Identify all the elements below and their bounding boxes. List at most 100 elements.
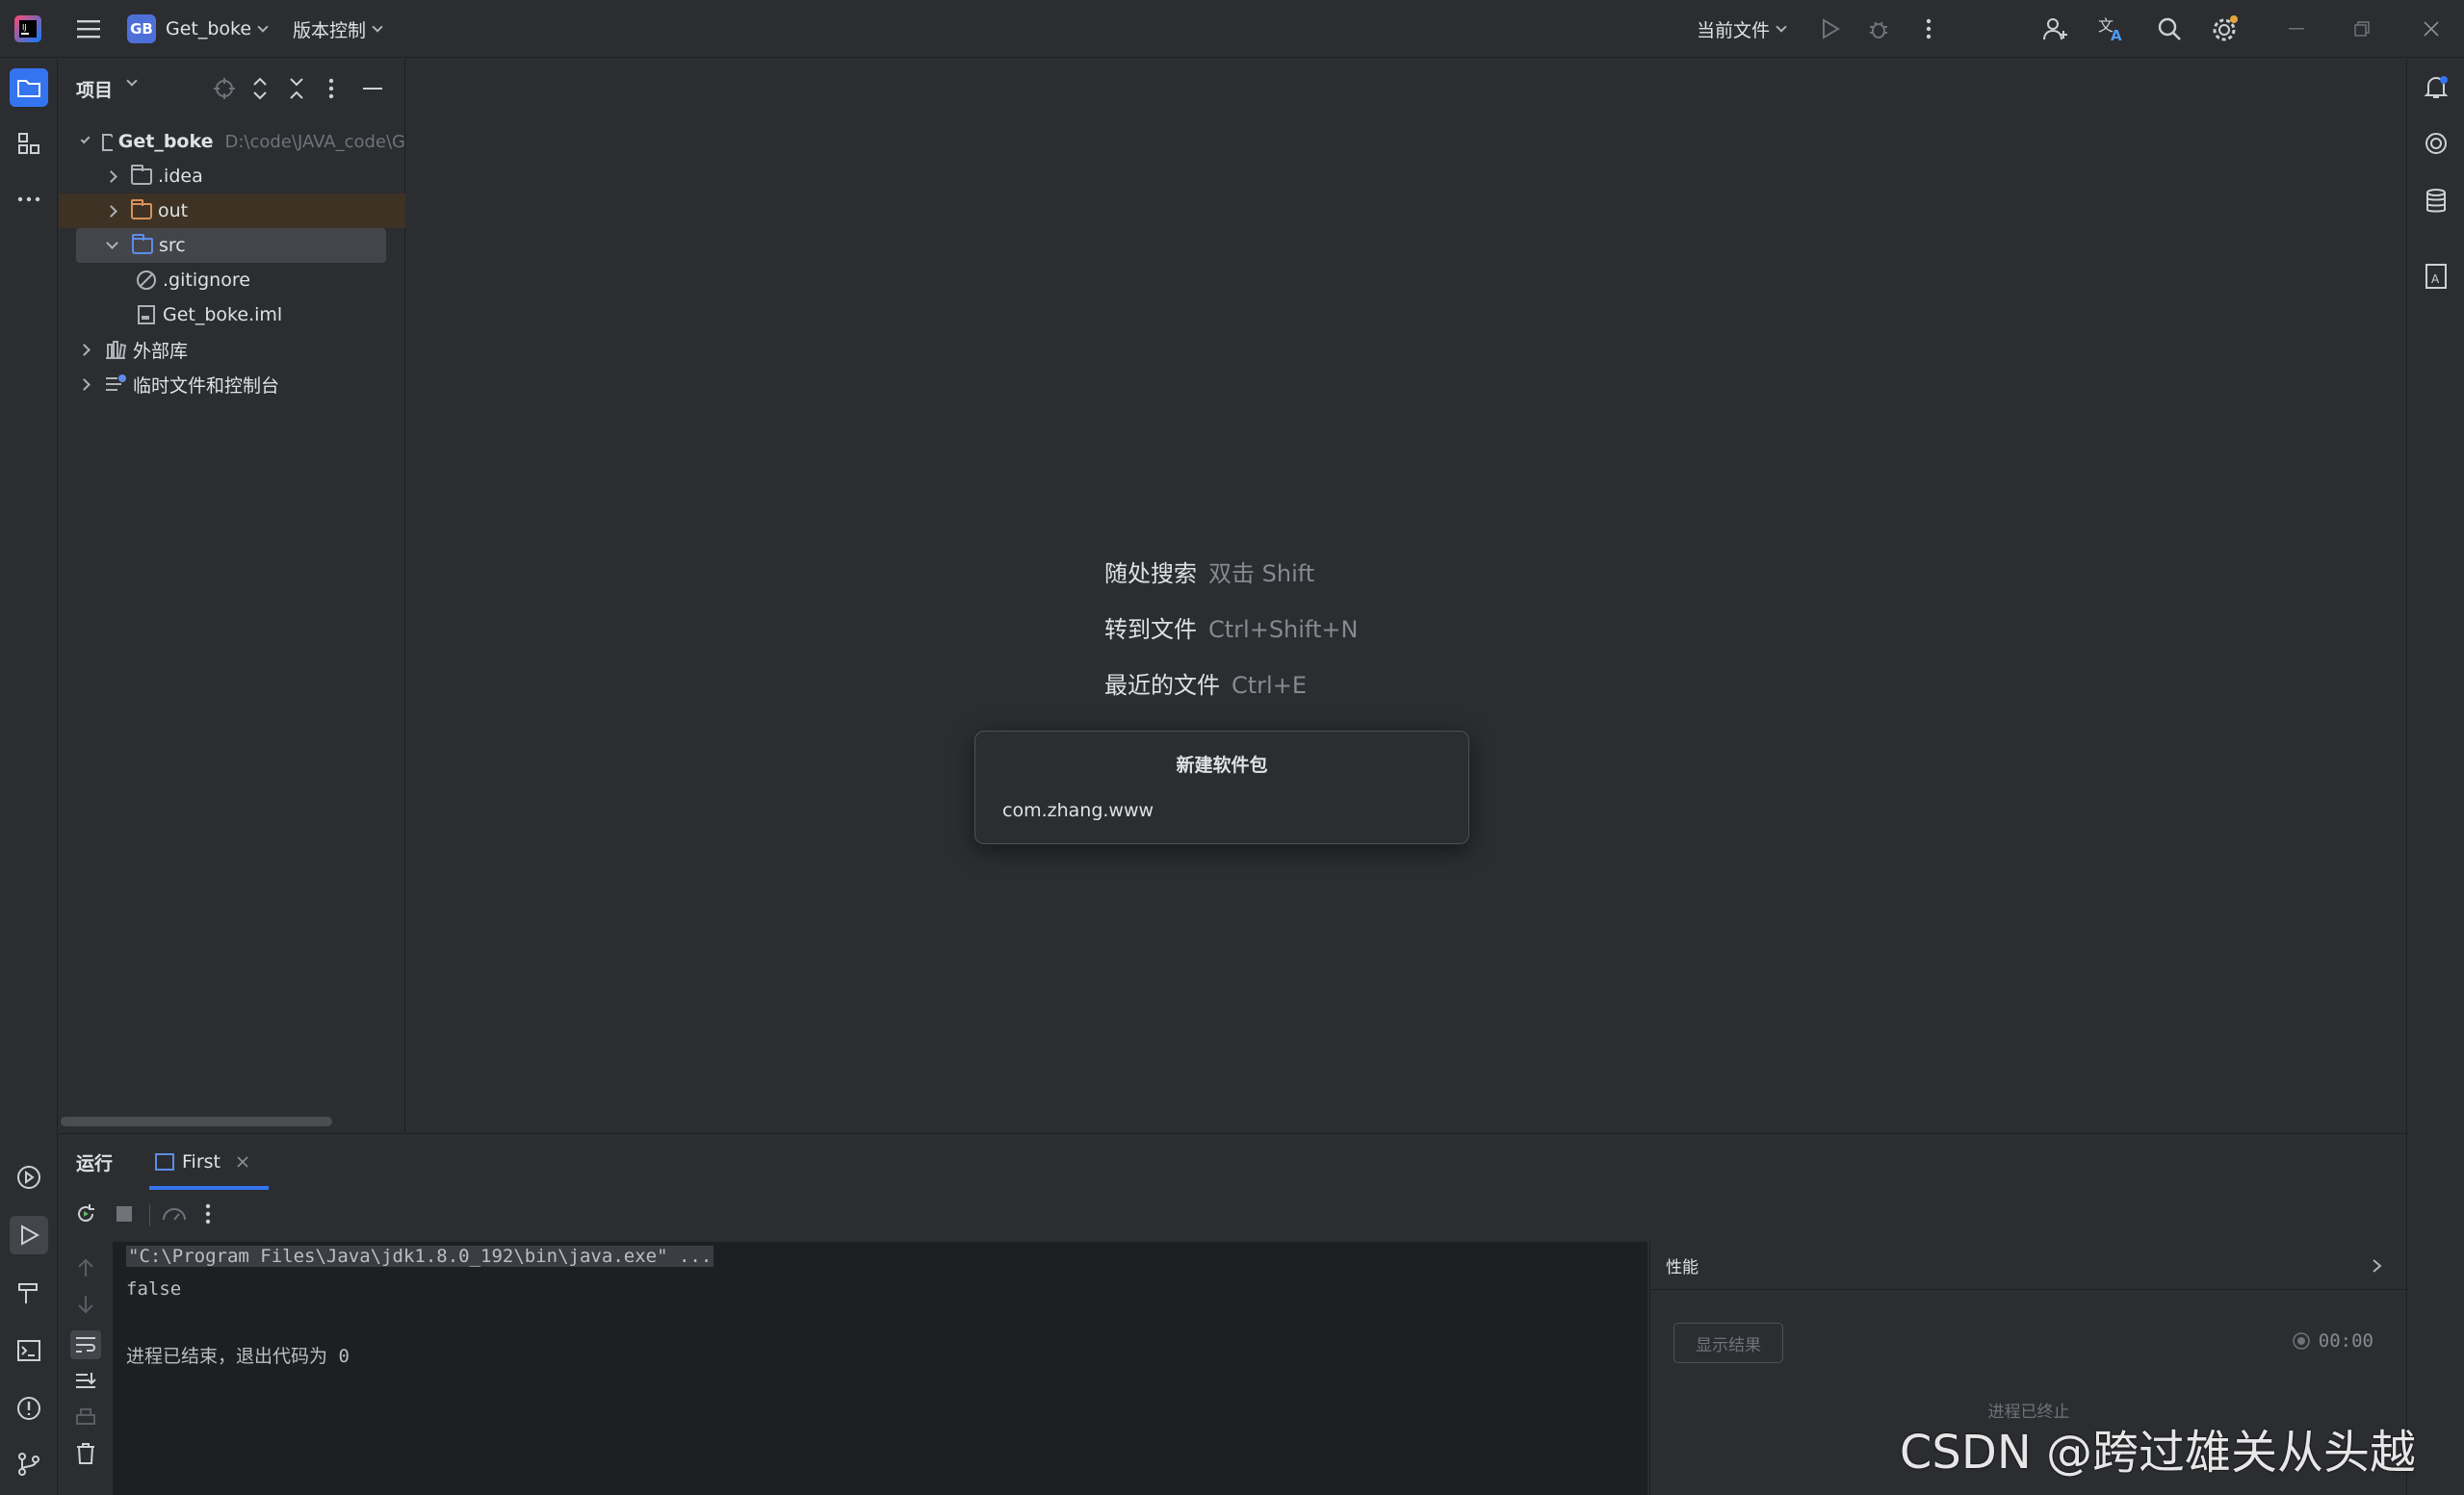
hint-shortcut: 双击 Shift [1208, 560, 1315, 587]
terminal-tool-button[interactable] [10, 1331, 48, 1370]
ai-spiral-icon [2425, 133, 2447, 154]
dictionary-icon: A [2425, 264, 2447, 289]
run-config-label: 当前文件 [1697, 19, 1771, 41]
git-tool-button[interactable] [10, 1445, 48, 1483]
project-switcher[interactable]: GB Get_boke [127, 0, 269, 58]
translate-icon: 文A [2098, 16, 2122, 42]
title-bar: IJ GB Get_boke 版本控制 当前文件 文A [0, 0, 2464, 58]
restore-button[interactable] [2347, 0, 2376, 58]
hint-search-everywhere: 随处搜索 双击 Shift [1104, 554, 1314, 588]
horizontal-scrollbar[interactable] [61, 1117, 332, 1126]
chevron-down-icon [257, 20, 269, 33]
scroll-to-end-icon[interactable] [74, 1371, 97, 1392]
search-everywhere-button[interactable] [2153, 0, 2186, 58]
stop-button[interactable] [115, 1204, 134, 1224]
translate-button[interactable]: 文A [2095, 0, 2128, 58]
more-horizontal-icon [17, 196, 40, 202]
more-actions-button[interactable] [1914, 0, 1943, 58]
console-line-output: false [126, 1278, 182, 1300]
hint-shortcut: Ctrl+Shift+N [1208, 616, 1359, 643]
run-button[interactable] [1816, 0, 1845, 58]
root-path: D:\code\JAVA_code\G [224, 131, 405, 152]
right-tool-strip: A [2406, 59, 2464, 1495]
vcs-menu[interactable]: 版本控制 [293, 0, 383, 58]
tree-item-scratches[interactable]: 临时文件和控制台 [59, 367, 405, 401]
close-icon[interactable] [236, 1155, 249, 1169]
run-tool-button[interactable] [10, 1216, 48, 1254]
chevron-down-icon[interactable] [126, 75, 138, 87]
services-icon [17, 1166, 40, 1189]
trash-icon[interactable] [75, 1442, 96, 1465]
rerun-button[interactable] [74, 1202, 97, 1225]
expand-arrow-icon[interactable] [78, 377, 91, 391]
scroll-down-icon[interactable] [76, 1294, 95, 1315]
structure-tool-button[interactable] [10, 124, 48, 163]
tree-item-idea[interactable]: .idea [59, 159, 405, 193]
soft-wrap-button[interactable] [70, 1330, 101, 1359]
hint-action: 最近的文件 [1104, 672, 1220, 699]
git-branch-icon [18, 1453, 39, 1476]
svg-text:IJ: IJ [22, 23, 27, 32]
minimize-button[interactable] [2282, 0, 2311, 58]
console-line-command: "C:\Program Files\Java\jdk1.8.0_192\bin\… [126, 1246, 714, 1267]
translation-tool-button[interactable]: A [2417, 257, 2455, 296]
hide-panel-button[interactable] [363, 87, 382, 90]
restore-icon [2354, 21, 2370, 37]
tree-item-gitignore[interactable]: .gitignore [59, 263, 405, 297]
tree-item-external-libraries[interactable]: 外部库 [59, 332, 405, 367]
tree-item-src[interactable]: src [76, 228, 386, 263]
app-logo[interactable]: IJ [13, 0, 42, 58]
more-vertical-icon [1926, 18, 1932, 39]
tree-item-label: src [159, 235, 186, 256]
hint-action: 随处搜索 [1104, 560, 1197, 587]
more-tools-button[interactable] [10, 180, 48, 219]
problems-tool-button[interactable] [10, 1389, 48, 1428]
warning-icon [17, 1397, 40, 1420]
console-output[interactable]: "C:\Program Files\Java\jdk1.8.0_192\bin\… [113, 1242, 1647, 1495]
tree-item-out[interactable]: out [59, 193, 405, 228]
scroll-up-icon[interactable] [76, 1257, 95, 1278]
tree-item-iml[interactable]: Get_boke.iml [59, 297, 405, 332]
project-panel-title[interactable]: 项目 [76, 76, 113, 102]
package-name-input[interactable]: com.zhang.www [989, 791, 1455, 830]
expand-arrow-icon[interactable] [80, 134, 91, 144]
run-panel-title: 运行 [76, 1152, 114, 1174]
database-button[interactable] [2417, 182, 2455, 220]
expand-arrow-icon[interactable] [105, 204, 117, 218]
collapse-all-button[interactable] [288, 77, 305, 100]
print-icon[interactable] [74, 1407, 97, 1429]
run-config-selector[interactable]: 当前文件 [1697, 0, 1787, 58]
console-line-exit: 进程已结束，退出代码为 0 [126, 1346, 350, 1367]
tree-item-root[interactable]: Get_boke D:\code\JAVA_code\G [59, 124, 405, 159]
panel-options-button[interactable] [328, 78, 334, 99]
locate-file-button[interactable] [213, 77, 236, 100]
main-menu-button[interactable] [69, 0, 108, 58]
more-vertical-icon [328, 78, 334, 99]
show-results-button[interactable]: 显示结果 [1673, 1323, 1783, 1363]
project-tool-button[interactable] [10, 68, 48, 107]
build-tool-button[interactable] [10, 1274, 48, 1312]
profiler-button[interactable] [161, 1202, 188, 1225]
run-more-button[interactable] [205, 1203, 211, 1224]
play-icon [1823, 18, 1840, 39]
expand-arrow-icon[interactable] [78, 343, 91, 356]
expand-all-button[interactable] [251, 77, 269, 100]
dialog-title: 新建软件包 [1176, 755, 1268, 776]
tree-item-label: out [158, 200, 189, 221]
tab-first[interactable]: First [149, 1134, 269, 1190]
collapse-all-icon [290, 78, 303, 99]
project-panel: 项目 Get_boke D:\code\JAVA_code\G .idea ou… [59, 59, 405, 1132]
notifications-button[interactable] [2417, 68, 2455, 107]
code-with-me-button[interactable] [2039, 0, 2072, 58]
debug-button[interactable] [1864, 0, 1893, 58]
soft-wrap-icon [76, 1337, 95, 1353]
settings-button[interactable] [2209, 0, 2242, 58]
source-folder-icon [132, 233, 153, 254]
scratches-icon [106, 374, 126, 391]
expand-arrow-icon[interactable] [105, 169, 117, 183]
ai-assistant-button[interactable] [2417, 124, 2455, 163]
chevron-right-icon[interactable] [2372, 1258, 2383, 1274]
services-tool-button[interactable] [10, 1158, 48, 1197]
close-window-button[interactable] [2417, 0, 2446, 58]
expand-arrow-icon[interactable] [106, 237, 118, 249]
